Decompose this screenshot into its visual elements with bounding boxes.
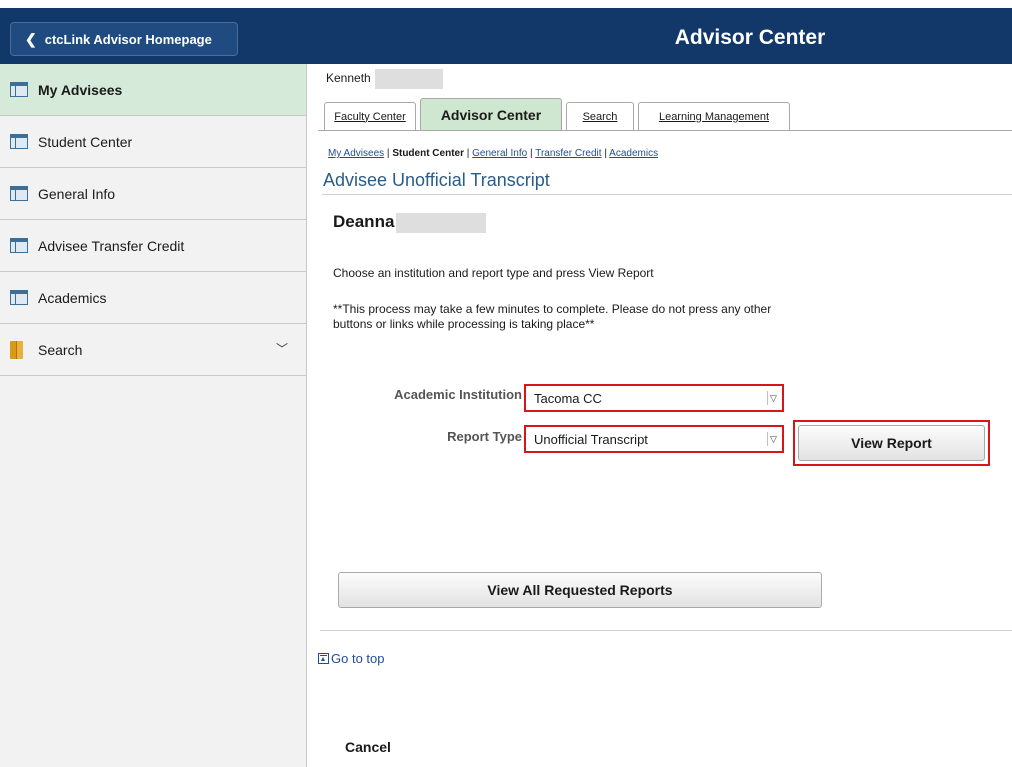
sidebar-item-label: Academics (38, 289, 107, 306)
divider (320, 630, 1012, 631)
tab-learning-management[interactable]: Learning Management (638, 102, 790, 130)
folder-icon (10, 340, 23, 359)
redacted-surname (396, 212, 487, 233)
sidebar-item-student-center[interactable]: Student Center (0, 116, 306, 168)
sidebar-item-label: My Advisees (38, 81, 123, 98)
page-icon (10, 134, 28, 149)
advisor-homepage-button[interactable]: ❮ ctcLink Advisor Homepage (10, 22, 238, 56)
academic-institution-label: Academic Institution (394, 387, 522, 402)
sidebar: My Advisees Student Center General Info … (0, 64, 307, 767)
page-icon (10, 238, 28, 253)
breadcrumb: My Advisees | Student Center | General I… (328, 148, 659, 159)
header-bar: ❮ ctcLink Advisor Homepage Advisor Cente… (0, 8, 1012, 64)
report-type-value: Unofficial Transcript (534, 431, 648, 447)
sidebar-item-label: Search (38, 341, 83, 358)
sidebar-item-academics[interactable]: Academics (0, 272, 306, 324)
instructions-text: Choose an institution and report type an… (333, 266, 654, 280)
chevron-down-icon[interactable]: ▽ (767, 391, 779, 405)
sidebar-item-label: Advisee Transfer Credit (38, 237, 185, 254)
user-name: Kenneth (326, 69, 443, 89)
sidebar-item-search[interactable]: Search ﹀ (0, 324, 306, 376)
breadcrumb-student-center: Student Center (392, 148, 464, 159)
breadcrumb-academics[interactable]: Academics (609, 148, 658, 159)
chevron-down-icon[interactable]: ▽ (767, 432, 779, 446)
cancel-link[interactable]: Cancel (345, 739, 391, 755)
breadcrumb-general-info[interactable]: General Info (472, 148, 527, 159)
academic-institution-select[interactable]: Tacoma CC ▽ (524, 384, 784, 412)
breadcrumb-my-advisees[interactable]: My Advisees (328, 148, 384, 159)
sidebar-item-general-info[interactable]: General Info (0, 168, 306, 220)
redacted-surname (374, 69, 443, 89)
report-type-select[interactable]: Unofficial Transcript ▽ (524, 425, 784, 453)
center-tabs: Faculty Center Advisor Center Search Lea… (324, 98, 794, 130)
page-icon (10, 290, 28, 305)
sidebar-item-my-advisees[interactable]: My Advisees (0, 64, 306, 116)
view-report-button[interactable]: View Report (798, 425, 985, 461)
student-name: Deanna (333, 212, 487, 233)
academic-institution-value: Tacoma CC (534, 390, 602, 406)
page-header-title: Advisor Center (674, 26, 826, 49)
breadcrumb-transfer-credit[interactable]: Transfer Credit (535, 148, 601, 159)
tab-faculty-center[interactable]: Faculty Center (324, 102, 416, 130)
go-to-top-icon (318, 653, 329, 664)
tab-divider (318, 130, 1012, 131)
go-to-top-link[interactable]: Go to top (318, 651, 384, 666)
sidebar-item-advisee-transfer-credit[interactable]: Advisee Transfer Credit (0, 220, 306, 272)
report-type-label: Report Type (447, 429, 522, 444)
student-first-name: Deanna (333, 212, 395, 231)
processing-note: **This process may take a few minutes to… (333, 302, 772, 331)
page-title: Advisee Unofficial Transcript (323, 170, 550, 190)
chevron-down-icon[interactable]: ﹀ (276, 340, 288, 357)
advisor-homepage-label: ctcLink Advisor Homepage (44, 31, 212, 47)
view-all-requested-reports-button[interactable]: View All Requested Reports (338, 572, 822, 608)
page-icon (10, 186, 28, 201)
go-to-top-label: Go to top (331, 651, 385, 666)
sidebar-item-label: Student Center (38, 133, 133, 150)
sidebar-item-label: General Info (38, 185, 116, 202)
page-icon (10, 82, 28, 97)
tab-search[interactable]: Search (566, 102, 634, 130)
main-content: Kenneth Faculty Center Advisor Center Se… (318, 64, 1012, 767)
tab-advisor-center[interactable]: Advisor Center (420, 98, 562, 130)
divider (322, 194, 1012, 195)
chevron-left-icon: ❮ (25, 30, 37, 47)
user-first-name: Kenneth (326, 71, 371, 86)
